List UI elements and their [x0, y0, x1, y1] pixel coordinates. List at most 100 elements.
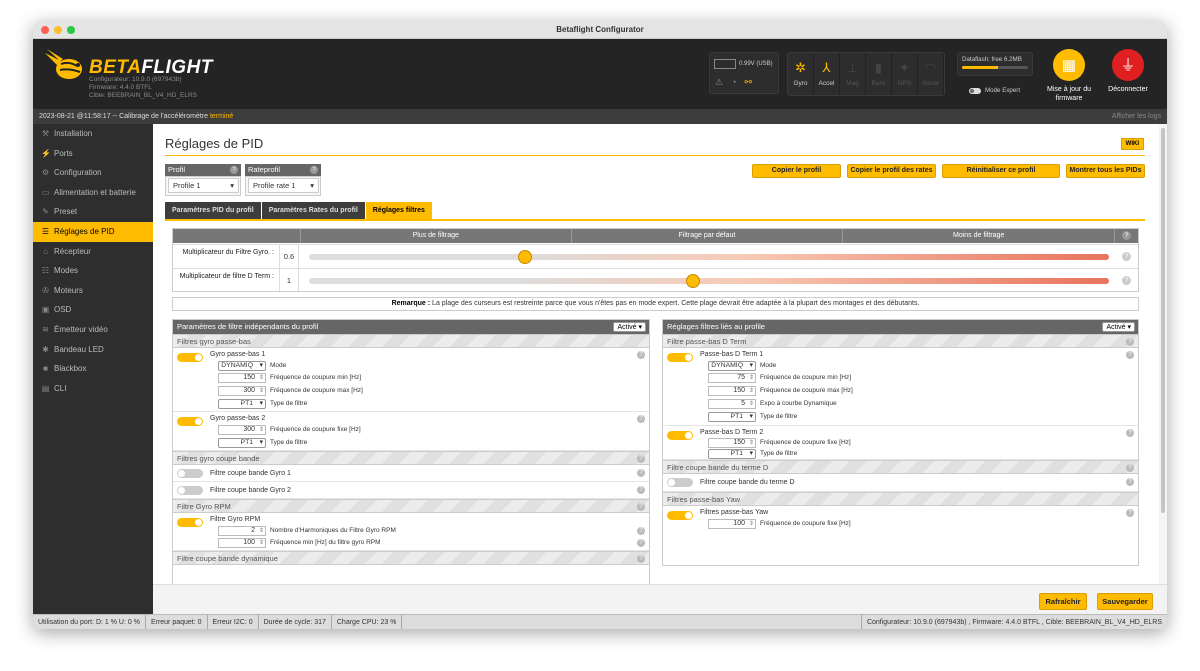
gyro-notch-2-toggle[interactable]	[177, 486, 203, 495]
dterm-lowpass-2-type-select[interactable]: PT1	[708, 449, 756, 459]
dterm-multiplier-slider[interactable]	[309, 278, 1109, 284]
status-i2c-error: Erreur I2C: 0	[208, 615, 259, 629]
sidebar-item-label: Moteurs	[54, 285, 83, 295]
sidebar-item-motor[interactable]: ✇ Moteurs	[33, 281, 153, 301]
receiver-icon: ⌂	[43, 246, 48, 256]
disconnect-button[interactable]: ⏚ Déconnecter	[1101, 49, 1155, 94]
help-icon[interactable]: ?	[1122, 252, 1131, 261]
tab-filter-settings[interactable]: Réglages filtres	[365, 202, 432, 219]
dterm-lowpass-1-toggle[interactable]	[667, 353, 693, 362]
sidebar-item-cli[interactable]: ▤ CLI	[33, 379, 153, 399]
sidebar-item-osd[interactable]: ▣ OSD	[33, 300, 153, 320]
help-icon[interactable]: ?	[1126, 509, 1134, 517]
help-icon[interactable]: ?	[1122, 231, 1132, 240]
close-window-button[interactable]	[41, 26, 49, 34]
expert-mode-toggle[interactable]: Mode Expert	[969, 87, 1020, 94]
gyro-lowpass-2-toggle[interactable]	[177, 417, 203, 426]
help-icon[interactable]: ?	[637, 503, 645, 511]
section-dterm-notch: Filtre coupe bande du terme D?	[663, 460, 1138, 474]
help-icon[interactable]: ?	[637, 455, 645, 463]
rpm-min-freq-input[interactable]: 100	[218, 538, 266, 548]
gyro-lowpass-1-toggle[interactable]	[177, 353, 203, 362]
dterm-notch-toggle[interactable]	[667, 478, 693, 487]
yaw-lowpass-freq-input[interactable]: 100	[708, 519, 756, 529]
scrollbar-thumb[interactable]	[1161, 128, 1165, 513]
show-all-pids-button[interactable]: Montrer tous les PIDs	[1066, 164, 1145, 178]
sidebar-item-receiver[interactable]: ⌂ Récepteur	[33, 242, 153, 262]
refresh-button[interactable]: Rafraîchir	[1039, 593, 1087, 610]
rpm-harmonics-input[interactable]: 2	[218, 526, 266, 536]
gyro-lowpass-1-min-input[interactable]: 150	[218, 373, 266, 383]
yaw-lowpass-toggle[interactable]	[667, 511, 693, 520]
expert-mode-switch[interactable]	[969, 87, 981, 94]
battery-icon	[714, 59, 736, 69]
sidebar-item-vtx[interactable]: ≋ Émetteur vidéo	[33, 320, 153, 340]
scrollbar[interactable]	[1159, 124, 1167, 584]
help-icon[interactable]: ?	[1126, 478, 1134, 486]
dterm-lowpass-1-mode-select[interactable]: DYNAMIQ	[708, 361, 756, 371]
plug-icon: ⚡	[41, 148, 51, 158]
wiki-button[interactable]: WIKI	[1120, 138, 1144, 150]
sidebar-item-wrench[interactable]: ⚒ Installation	[33, 124, 153, 144]
help-icon[interactable]: ?	[637, 486, 645, 494]
gyro-multiplier-handle[interactable]	[518, 250, 532, 264]
dterm-multiplier-handle[interactable]	[686, 274, 700, 288]
show-logs-link[interactable]: Afficher les logs	[1112, 109, 1161, 124]
sidebar-item-gear[interactable]: ⚙ Configuration	[33, 163, 153, 183]
sidebar-item-sliders[interactable]: ☰ Réglages de PID	[33, 221, 153, 242]
help-icon[interactable]: ?	[1126, 338, 1134, 346]
sidebar-item-modes[interactable]: ☷ Modes	[33, 261, 153, 281]
rpm-filter-toggle[interactable]	[177, 518, 203, 527]
help-icon[interactable]: ?	[1126, 429, 1134, 437]
gyro-lowpass-2-freq-input[interactable]: 300	[218, 425, 266, 435]
profile-select[interactable]: Profile 1 ▾	[168, 178, 239, 193]
sidebar-item-led[interactable]: ✱ Bandeau LED	[33, 340, 153, 360]
help-icon[interactable]: ?	[637, 469, 645, 477]
dterm-filter-slider-row: Multiplicateur de filtre D Term : 1 ?	[173, 268, 1138, 293]
gyro-notch-1-toggle[interactable]	[177, 469, 203, 478]
help-icon[interactable]: ?	[637, 539, 645, 547]
help-icon[interactable]: ?	[310, 166, 318, 174]
firmware-update-button[interactable]: ▦ Mise à jour du firmware	[1041, 49, 1097, 103]
tab-rates-settings[interactable]: Paramètres Rates du profil	[261, 202, 365, 219]
profile-filter-state-select[interactable]: Activé ▾	[1102, 322, 1135, 332]
tab-pid-settings[interactable]: Paramètres PID du profil	[165, 202, 261, 219]
sidebar-item-label: Preset	[54, 207, 78, 217]
save-button[interactable]: Sauvegarder	[1097, 593, 1153, 610]
gyro-lowpass-1-type-select[interactable]: PT1	[218, 399, 266, 409]
zoom-window-button[interactable]	[67, 26, 75, 34]
dterm-lowpass-1-min-input[interactable]: 75	[708, 373, 756, 383]
sidebar-item-blackbox[interactable]: ■ Blackbox	[33, 359, 153, 379]
gyro-lowpass-1-mode-select[interactable]: DYNAMIQ	[218, 361, 266, 371]
dterm-lowpass-1-expo-input[interactable]: 5	[708, 399, 756, 409]
copy-profile-button[interactable]: Copier le profil	[752, 164, 841, 178]
dterm-lowpass-2-toggle[interactable]	[667, 431, 693, 440]
global-filter-state-select[interactable]: Activé ▾	[613, 322, 646, 332]
help-icon[interactable]: ?	[230, 166, 238, 174]
help-icon[interactable]: ?	[637, 351, 645, 359]
gyro-lowpass-1-max-input[interactable]: 300	[218, 386, 266, 396]
dterm-lowpass-2-freq-input[interactable]: 150	[708, 438, 756, 448]
mag-icon: ⊥	[846, 60, 859, 75]
help-icon[interactable]: ?	[637, 555, 645, 563]
gyro-multiplier-slider[interactable]	[309, 254, 1109, 260]
dterm-lowpass-1-type-select[interactable]: PT1	[708, 412, 756, 422]
status-packet-error: Erreur paquet: 0	[146, 615, 208, 629]
sonar-icon: ◠	[924, 60, 937, 75]
help-icon[interactable]: ?	[1126, 464, 1134, 472]
osd-icon: ▣	[41, 305, 50, 315]
help-icon[interactable]: ?	[637, 527, 645, 535]
gyro-lowpass-2-type-select[interactable]: PT1	[218, 438, 266, 448]
section-rpm-filter: Filtre Gyro RPM?	[173, 499, 649, 513]
sidebar-item-preset[interactable]: ✎ Preset	[33, 202, 153, 222]
copy-rates-button[interactable]: Copier le profil des rates	[847, 164, 936, 178]
rateprofile-select[interactable]: Profile rate 1 ▾	[248, 178, 319, 193]
sidebar-item-battery[interactable]: ▭ Alimentation et batterie	[33, 183, 153, 203]
help-icon[interactable]: ?	[637, 415, 645, 423]
help-icon[interactable]: ?	[1122, 276, 1131, 285]
sidebar-item-plug[interactable]: ⚡ Ports	[33, 144, 153, 164]
reset-profile-button[interactable]: Réinitialiser ce profil	[942, 164, 1060, 178]
help-icon[interactable]: ?	[1126, 351, 1134, 359]
minimize-window-button[interactable]	[54, 26, 62, 34]
dterm-lowpass-1-max-input[interactable]: 150	[708, 386, 756, 396]
